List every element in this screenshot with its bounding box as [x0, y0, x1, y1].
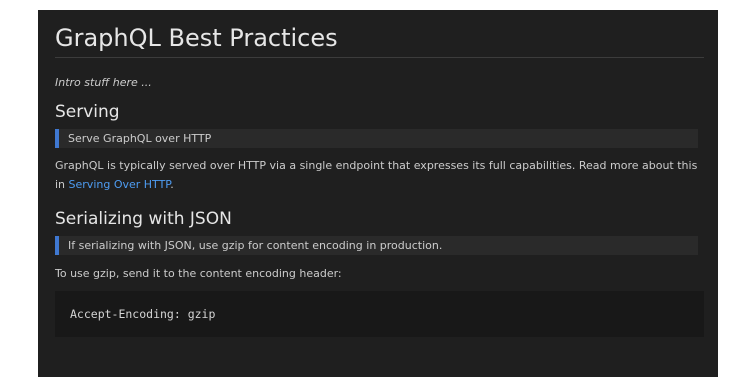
callout-serving: Serve GraphQL over HTTP: [55, 129, 698, 148]
gzip-paragraph: To use gzip, send it to the content enco…: [55, 267, 342, 280]
section-heading-serializing: Serializing with JSON: [55, 209, 232, 229]
callout-serializing: If serializing with JSON, use gzip for c…: [55, 236, 698, 255]
code-accept-encoding: Accept-Encoding: gzip: [70, 307, 216, 321]
serving-paragraph: GraphQL is typically served over HTTP vi…: [55, 156, 698, 194]
markdown-preview: GraphQL Best Practices Intro stuff here …: [38, 10, 718, 377]
code-block[interactable]: Accept-Encoding: gzip: [55, 291, 704, 337]
serving-paragraph-end: .: [170, 178, 174, 191]
serving-over-http-link[interactable]: Serving Over HTTP: [69, 178, 171, 191]
intro-text: Intro stuff here ...: [55, 76, 152, 89]
section-heading-serving: Serving: [55, 102, 120, 122]
document-body: GraphQL Best Practices Intro stuff here …: [55, 10, 704, 337]
page-title: GraphQL Best Practices: [55, 10, 704, 58]
